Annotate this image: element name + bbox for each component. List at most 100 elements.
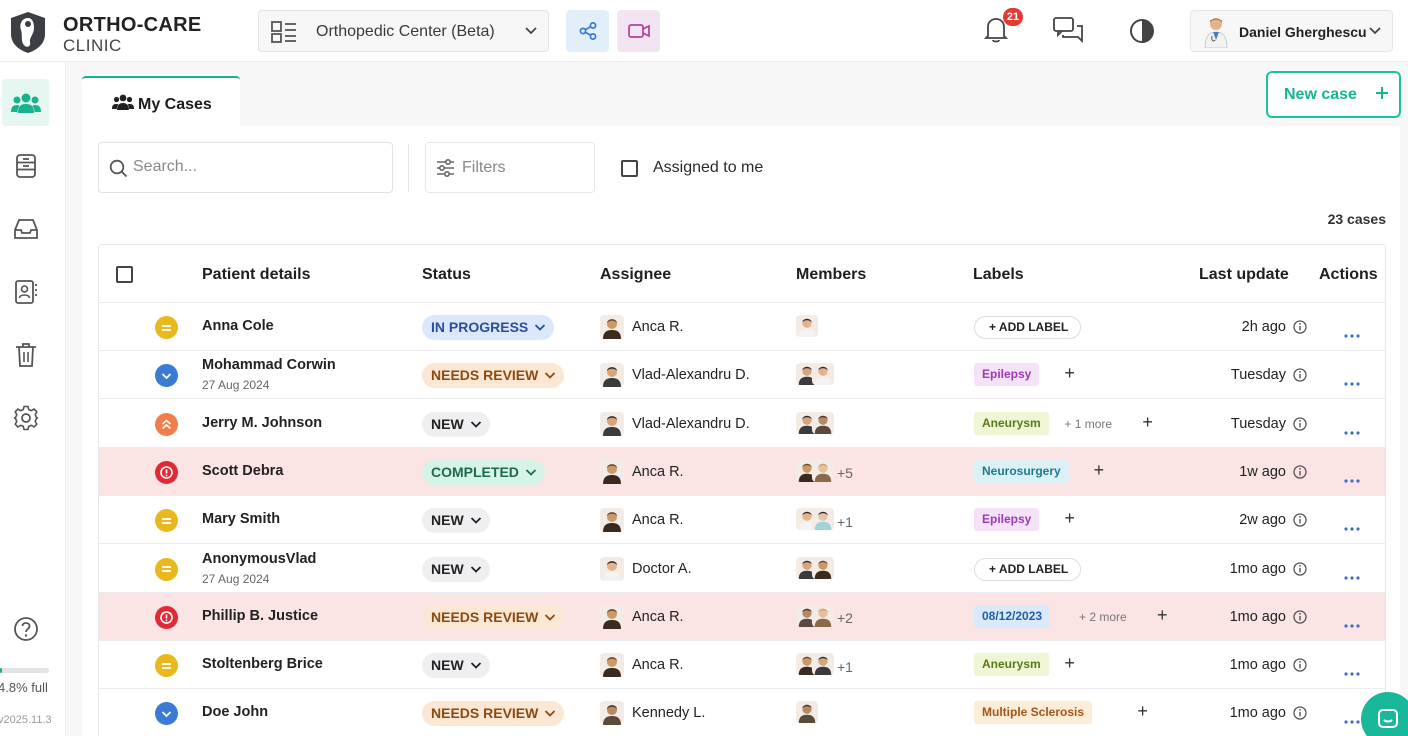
add-label-button[interactable]: + ADD LABEL: [974, 557, 1082, 581]
video-call-button[interactable]: [617, 10, 660, 52]
add-label-plus-button[interactable]: +: [1064, 508, 1075, 529]
status-dropdown[interactable]: NEW: [422, 508, 490, 534]
patient-name[interactable]: Doe John: [202, 704, 268, 720]
case-label[interactable]: Aneurysm: [974, 411, 1049, 435]
sidebar-item-trash[interactable]: [2, 331, 49, 378]
add-label-plus-button[interactable]: +: [1137, 701, 1148, 722]
status-dropdown[interactable]: IN PROGRESS: [422, 315, 555, 340]
row-actions-button[interactable]: [1344, 518, 1360, 536]
share-button[interactable]: [566, 10, 609, 52]
members-group[interactable]: [796, 556, 834, 584]
members-more[interactable]: +1: [837, 514, 853, 530]
members-group[interactable]: [796, 701, 818, 728]
patient-name[interactable]: Mary Smith: [202, 511, 280, 527]
assignee[interactable]: Vlad-Alexandru D.: [600, 363, 750, 388]
row-actions-button[interactable]: [1344, 663, 1360, 681]
status-dropdown[interactable]: NEEDS REVIEW: [422, 701, 565, 727]
sidebar-item-help[interactable]: [2, 605, 49, 652]
table-row[interactable]: Anna Cole IN PROGRESS Anca R. + ADD LABEL 2h…: [99, 303, 1385, 351]
case-label[interactable]: Multiple Sclerosis: [974, 701, 1093, 725]
add-label-plus-button[interactable]: +: [1064, 653, 1075, 674]
table-row[interactable]: Mohammad Corwin 27 Aug 2024 NEEDS REVIEW Vl…: [99, 351, 1385, 400]
case-label[interactable]: Epilepsy: [974, 508, 1040, 532]
status-dropdown[interactable]: NEW: [422, 411, 490, 437]
search-box[interactable]: [98, 142, 393, 193]
table-row[interactable]: Stoltenberg Brice NEW Anca R. +1 Aneurysm +1m…: [99, 641, 1385, 690]
assignee[interactable]: Vlad-Alexandru D.: [600, 411, 750, 436]
row-actions-button[interactable]: [1344, 567, 1360, 585]
sidebar-item-settings[interactable]: [2, 394, 49, 441]
members-group[interactable]: [796, 315, 818, 342]
assignee[interactable]: Anca R.: [600, 604, 684, 629]
table-row[interactable]: AnonymousVlad 27 Aug 2024 NEW Doctor A. + AD…: [99, 544, 1385, 593]
filters-button[interactable]: Filters: [425, 142, 595, 193]
search-input[interactable]: [133, 155, 383, 179]
add-label-button[interactable]: + ADD LABEL: [974, 316, 1082, 339]
add-label-plus-button[interactable]: +: [1064, 363, 1075, 384]
header-patient-details[interactable]: Patient details: [202, 266, 310, 284]
status-dropdown[interactable]: NEEDS REVIEW: [422, 363, 565, 389]
theme-toggle-icon[interactable]: [1129, 18, 1155, 44]
patient-name[interactable]: Stoltenberg Brice: [202, 656, 323, 672]
header-labels[interactable]: Labels: [973, 266, 1024, 284]
assignee[interactable]: Anca R.: [600, 459, 684, 484]
assignee[interactable]: Anca R.: [600, 508, 684, 533]
info-icon[interactable]: [1293, 658, 1307, 672]
table-row[interactable]: Scott Debra COMPLETED Anca R. +5 Neurosurger…: [99, 447, 1385, 496]
assigned-to-me-checkbox[interactable]: [621, 159, 638, 177]
info-icon[interactable]: [1293, 706, 1307, 721]
table-row[interactable]: Doe John NEEDS REVIEW Kennedy L. Multiple S…: [99, 689, 1385, 736]
patient-name[interactable]: Scott Debra: [202, 463, 283, 479]
labels-more[interactable]: + 1 more: [1064, 417, 1112, 431]
members-group[interactable]: [796, 363, 834, 390]
patient-name[interactable]: Phillip B. Justice: [202, 608, 318, 624]
case-label[interactable]: 08/12/2023: [974, 604, 1051, 628]
labels-more[interactable]: + 2 more: [1079, 610, 1127, 624]
table-row[interactable]: Mary Smith NEW Anca R. +1 Epilepsy +2w ago: [99, 496, 1385, 545]
status-dropdown[interactable]: COMPLETED: [422, 459, 545, 485]
members-group[interactable]: +2: [796, 604, 853, 632]
patient-name[interactable]: AnonymousVlad: [202, 551, 316, 567]
add-label-plus-button[interactable]: +: [1142, 412, 1153, 433]
user-menu[interactable]: Daniel Gherghescu: [1190, 10, 1393, 52]
info-icon[interactable]: [1293, 513, 1307, 527]
info-icon[interactable]: [1293, 561, 1307, 576]
table-row[interactable]: Jerry M. Johnson NEW Vlad-Alexandru D. Aneu…: [99, 399, 1385, 448]
header-status[interactable]: Status: [422, 266, 471, 284]
table-row[interactable]: Phillip B. Justice NEEDS REVIEW Anca R. +2 0…: [99, 592, 1385, 641]
status-dropdown[interactable]: NEW: [422, 653, 490, 679]
add-label-plus-button[interactable]: +: [1094, 460, 1105, 481]
status-dropdown[interactable]: NEEDS REVIEW: [422, 604, 565, 630]
row-actions-button[interactable]: [1344, 325, 1360, 343]
case-label[interactable]: Neurosurgery: [974, 459, 1069, 483]
patient-name[interactable]: Mohammad Corwin: [202, 357, 336, 373]
row-actions-button[interactable]: [1344, 470, 1360, 488]
row-actions-button[interactable]: [1344, 422, 1360, 440]
members-group[interactable]: [796, 411, 834, 439]
members-group[interactable]: +1: [796, 508, 853, 535]
members-more[interactable]: +5: [837, 465, 853, 481]
assigned-to-me-toggle[interactable]: Assigned to me: [621, 159, 763, 177]
sidebar-item-contacts[interactable]: [2, 268, 49, 315]
status-dropdown[interactable]: NEW: [422, 556, 490, 582]
sidebar-item-archive[interactable]: [2, 142, 49, 189]
add-label-plus-button[interactable]: +: [1157, 605, 1168, 626]
header-members[interactable]: Members: [796, 266, 866, 284]
members-group[interactable]: +5: [796, 459, 853, 487]
assignee[interactable]: Doctor A.: [600, 556, 692, 581]
tab-my-cases[interactable]: My Cases: [82, 76, 240, 126]
assignee[interactable]: Anca R.: [600, 315, 684, 339]
assignee[interactable]: Anca R.: [600, 653, 684, 678]
sidebar-item-cases[interactable]: [2, 79, 49, 126]
info-icon[interactable]: [1293, 416, 1307, 431]
select-all-checkbox[interactable]: [116, 266, 133, 283]
members-group[interactable]: +1: [796, 653, 853, 680]
new-case-button[interactable]: New case: [1266, 71, 1401, 118]
row-actions-button[interactable]: [1344, 373, 1360, 391]
header-last-update[interactable]: Last update: [1199, 266, 1289, 284]
members-more[interactable]: +2: [837, 610, 853, 626]
info-icon[interactable]: [1293, 610, 1307, 624]
case-label[interactable]: Epilepsy: [974, 363, 1040, 387]
patient-name[interactable]: Anna Cole: [202, 318, 274, 334]
info-icon[interactable]: [1293, 368, 1307, 382]
